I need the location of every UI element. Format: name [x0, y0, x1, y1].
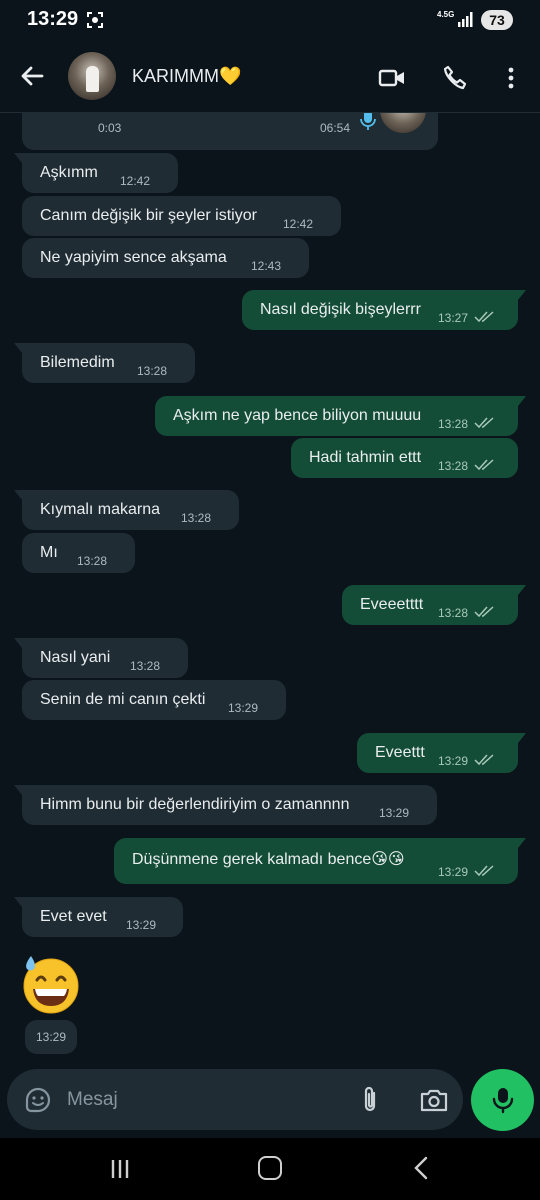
more-options-icon[interactable] — [497, 64, 525, 92]
voice-record-button[interactable] — [471, 1069, 534, 1131]
voice-time: 06:54 — [320, 121, 351, 135]
battery-level: 73 — [481, 10, 513, 30]
message-text: Aşkımm — [40, 164, 98, 181]
message-text: Mı — [40, 544, 58, 561]
message-outgoing[interactable]: Hadi tahmin ettt 13:28 — [291, 438, 518, 478]
voice-position: 0:03 — [98, 121, 122, 135]
message-incoming[interactable]: Canım değişik bir şeyler istiyor 12:42 — [22, 196, 341, 236]
message-text: Eveettt — [375, 744, 425, 761]
message-time: 13:29 — [438, 754, 469, 768]
message-time: 12:42 — [283, 217, 314, 231]
message-outgoing[interactable]: Eveettt 13:29 — [357, 733, 526, 773]
avatar-figure — [86, 66, 99, 92]
message-incoming[interactable]: Evet evet 13:29 — [14, 897, 183, 937]
message-time: 13:29 — [379, 806, 410, 820]
message-time: 13:28 — [181, 511, 212, 525]
message-time: 12:43 — [251, 259, 282, 273]
contact-avatar[interactable] — [68, 52, 116, 100]
message-incoming[interactable]: Bilemedim 13:28 — [14, 343, 195, 383]
message-incoming[interactable]: Ne yapiyim sence akşama 12:43 — [22, 238, 309, 278]
message-time: 13:28 — [77, 554, 108, 568]
message-outgoing[interactable]: Eveeetttt 13:28 — [342, 585, 526, 625]
message-text: Evet evet — [40, 908, 107, 925]
chat-area[interactable]: 0:03 06:54 Aşkımm 12:42 Canım değişik bi… — [0, 113, 540, 1068]
screen-record-icon — [87, 12, 103, 28]
recents-icon[interactable] — [108, 1158, 132, 1180]
voice-call-icon[interactable] — [441, 64, 469, 92]
nav-back-icon[interactable] — [410, 1156, 434, 1180]
read-ticks-icon — [474, 754, 494, 766]
message-incoming[interactable]: Senin de mi canın çekti 13:29 — [22, 680, 286, 720]
read-ticks-icon — [474, 606, 494, 618]
message-time: 13:27 — [438, 311, 469, 325]
message-input[interactable] — [67, 1081, 337, 1119]
video-call-icon[interactable] — [378, 64, 406, 92]
message-text: Nasıl yani — [40, 649, 111, 666]
message-time: 13:29 — [25, 1020, 77, 1054]
message-text: Himm bunu bir değerlendiriyim o zamannnn — [40, 796, 350, 813]
message-incoming[interactable]: Himm bunu bir değerlendiriyim o zamannnn… — [14, 785, 437, 825]
attach-icon[interactable] — [357, 1085, 385, 1115]
message-text: Aşkım ne yap bence biliyon muuuu — [173, 407, 422, 424]
mic-icon — [360, 113, 376, 130]
message-outgoing[interactable]: Aşkım ne yap bence biliyon muuuu 13:28 — [155, 396, 526, 436]
camera-icon[interactable] — [419, 1086, 449, 1114]
message-text: Senin de mi canın çekti — [40, 691, 206, 708]
message-text: Nasıl değişik bişeylerrr — [260, 301, 421, 318]
message-text: Düşünmene gerek kalmadı bence😘😘 — [132, 851, 405, 868]
home-icon[interactable] — [258, 1156, 282, 1180]
read-ticks-icon — [474, 417, 494, 429]
contact-name[interactable]: KARIMMM💛 — [132, 66, 241, 87]
message-text: Ne yapiyim sence akşama — [40, 249, 227, 266]
message-time: 13:28 — [438, 417, 469, 431]
chat-header: KARIMMM💛 — [0, 40, 540, 113]
read-ticks-icon — [474, 459, 494, 471]
message-time: 13:28 — [438, 606, 469, 620]
message-time: 13:29 — [438, 865, 469, 879]
message-outgoing[interactable]: Düşünmene gerek kalmadı bence😘😘 13:29 — [114, 838, 526, 884]
message-time: 13:28 — [438, 459, 469, 473]
read-ticks-icon — [474, 311, 494, 323]
voice-sender-avatar — [380, 113, 426, 133]
message-time: 13:28 — [137, 364, 168, 378]
message-text: Kıymalı makarna — [40, 501, 161, 518]
message-incoming[interactable]: Nasıl yani 13:28 — [14, 638, 188, 678]
mic-icon — [492, 1088, 514, 1114]
message-text: Hadi tahmin ettt — [309, 449, 422, 466]
message-text: Canım değişik bir şeyler istiyor — [40, 207, 257, 224]
message-incoming[interactable]: Kıymalı makarna 13:28 — [14, 490, 239, 530]
voice-message[interactable]: 0:03 06:54 — [22, 113, 438, 150]
message-time: 12:42 — [120, 174, 151, 188]
message-incoming[interactable]: Mı 13:28 — [22, 533, 135, 573]
message-outgoing[interactable]: Nasıl değişik bişeylerrr 13:27 — [242, 290, 526, 330]
signal-icon — [458, 12, 473, 27]
system-nav-bar — [0, 1138, 540, 1200]
network-type: 4.5G — [437, 10, 455, 19]
status-time: 13:29 — [27, 8, 79, 30]
message-composer — [7, 1069, 463, 1130]
status-bar: 13:29 4.5G 73 — [0, 0, 540, 40]
read-ticks-icon — [474, 865, 494, 877]
sticker-icon[interactable] — [24, 1086, 52, 1114]
message-time: 13:29 — [228, 701, 259, 715]
back-arrow-icon[interactable] — [16, 60, 48, 92]
message-text: Bilemedim — [40, 354, 115, 371]
message-time: 13:29 — [126, 918, 157, 932]
message-time: 13:28 — [130, 659, 161, 673]
message-text: Eveeetttt — [360, 596, 424, 613]
grinning-sweat-emoji-icon[interactable] — [20, 953, 82, 1015]
message-incoming[interactable]: Aşkımm 12:42 — [14, 153, 178, 193]
